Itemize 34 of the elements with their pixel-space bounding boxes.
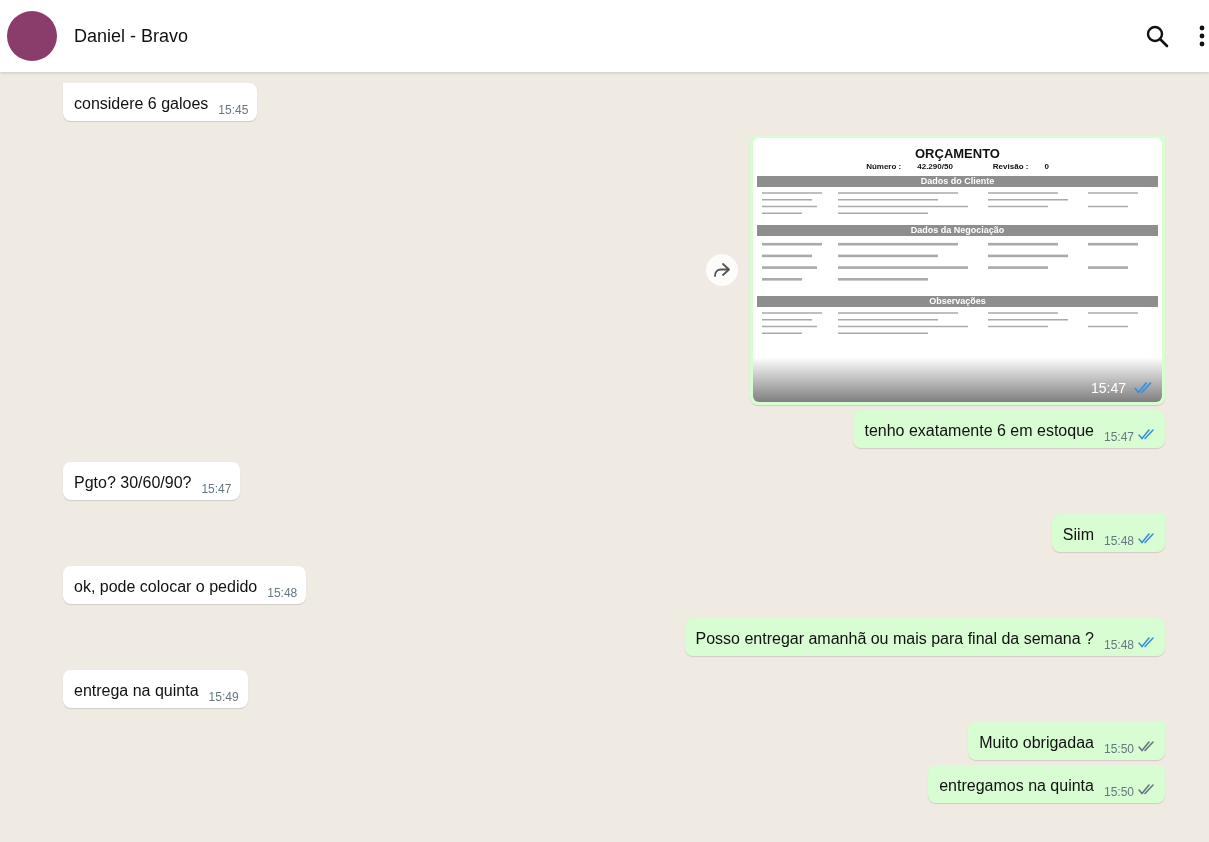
message-time: 15:47 <box>1090 380 1126 396</box>
message-time: 15:50 <box>1103 785 1134 799</box>
message-time: 15:48 <box>1103 534 1134 548</box>
forward-icon <box>713 263 731 277</box>
message-text: Pgto? 30/60/90? <box>74 473 192 493</box>
section-heading: Dados da Negociação <box>757 225 1158 236</box>
message-time: 15:50 <box>1103 742 1134 756</box>
message-time: 15:48 <box>267 586 298 600</box>
menu-icon[interactable] <box>1199 25 1205 47</box>
message-text: entrega na quinta <box>74 681 199 701</box>
message-time: 15:47 <box>1103 430 1134 444</box>
message-text: Siim <box>1062 525 1094 545</box>
revision-label: Revisão : <box>992 162 1029 171</box>
number-value: 42.290/50 <box>917 162 953 171</box>
message-time: 15:45 <box>218 103 249 117</box>
search-icon[interactable] <box>1145 24 1169 48</box>
document-image[interactable]: ORÇAMENTO Número : 42.290/50 Revisão : 0 Dados do Cliente Dados da Negociação Observações 15:47 <box>753 138 1162 402</box>
message-time: 15:48 <box>1103 638 1134 652</box>
document-title: ORÇAMENTO <box>915 146 1000 161</box>
message-text: ok, pode colocar o pedido <box>74 577 258 597</box>
message-text: Posso entregar amanhã ou mais para final da semana ? <box>695 629 1094 649</box>
message-text: entregamos na quinta <box>939 776 1094 796</box>
message-text: Muito obrigadaa <box>979 733 1094 753</box>
avatar-photo-placeholder[interactable] <box>7 11 57 61</box>
revision-value: 0 <box>1044 162 1049 171</box>
forward-button[interactable] <box>706 254 738 286</box>
section-heading: Dados do Cliente <box>757 176 1158 187</box>
message-text: tenho exatamente 6 em estoque <box>864 421 1094 441</box>
message-time: 15:49 <box>208 690 239 704</box>
number-label: Número : <box>866 162 902 171</box>
message-text: considere 6 galoes <box>74 94 209 114</box>
message-time: 15:47 <box>201 482 232 496</box>
section-heading: Observações <box>757 296 1158 307</box>
contact-name[interactable]: Daniel - Bravo <box>74 25 189 47</box>
